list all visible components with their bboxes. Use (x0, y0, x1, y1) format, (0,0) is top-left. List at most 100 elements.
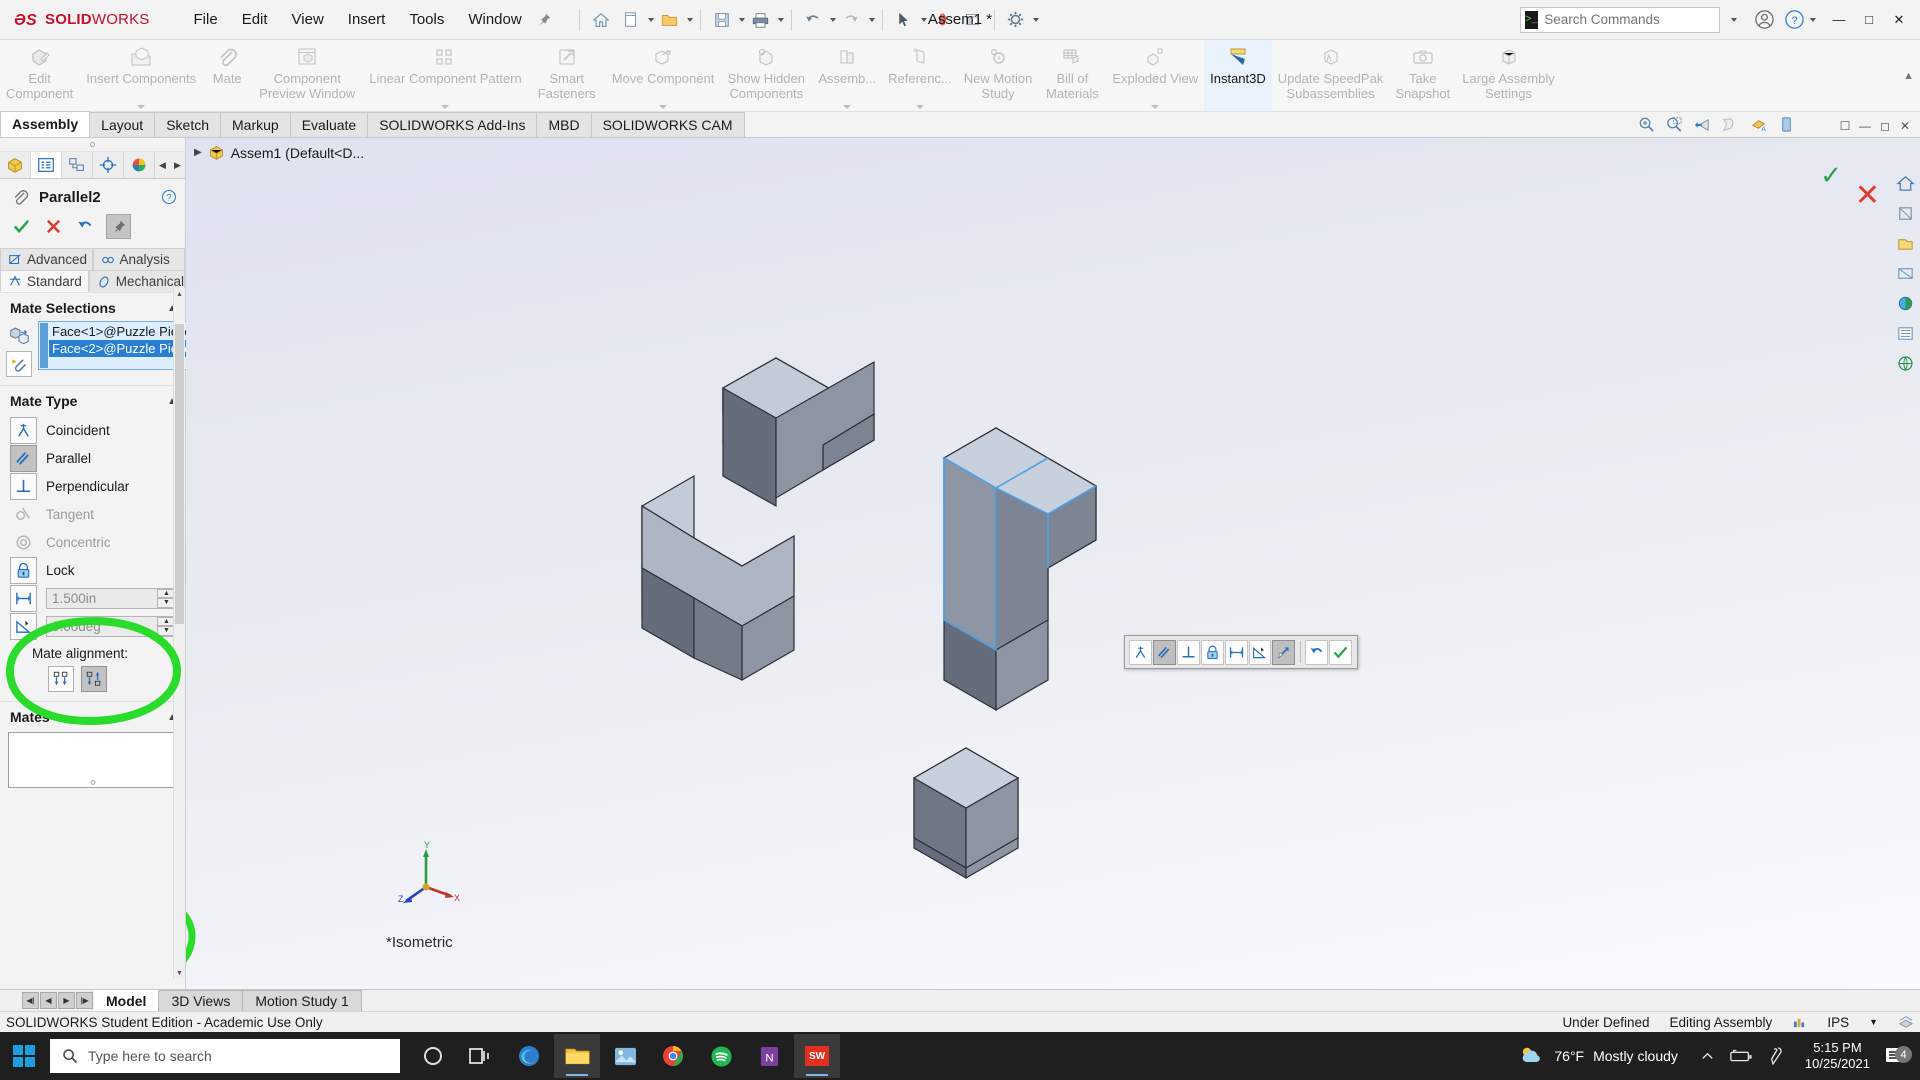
tab-solidworks-cam[interactable]: SOLIDWORKS CAM (591, 112, 745, 137)
multiple-mate-mode-button[interactable] (6, 351, 32, 377)
ribbon-show-hidden-components[interactable]: Show Hidden Components (720, 40, 812, 111)
tab-assembly[interactable]: Assembly (0, 111, 90, 137)
spotify-icon[interactable] (698, 1034, 744, 1078)
tab-layout[interactable]: Layout (89, 112, 155, 137)
undo-icon[interactable] (799, 6, 827, 34)
puzzle-piece-part-2[interactable] (642, 476, 794, 680)
resize-grip[interactable] (90, 780, 95, 785)
tab-3d-views[interactable]: 3D Views (159, 990, 243, 1011)
tab-standard-mates[interactable]: Standard (0, 270, 89, 292)
chevron-down-icon[interactable] (1151, 105, 1159, 109)
view-appearance-icon[interactable] (1892, 290, 1918, 316)
feature-manager-tree-tab[interactable] (0, 152, 31, 178)
tab-evaluate[interactable]: Evaluate (290, 112, 368, 137)
puzzle-piece-part-1[interactable] (723, 358, 874, 506)
new-document-icon[interactable] (617, 6, 645, 34)
pen-icon[interactable] (1767, 1047, 1783, 1065)
puzzle-piece-part-4[interactable] (914, 748, 1018, 878)
scroll-thumb[interactable] (175, 324, 184, 624)
next-tab-button[interactable]: ▶ (58, 992, 75, 1009)
ribbon-reference-geometry[interactable]: Referenc... (882, 40, 958, 111)
rebuild-icon[interactable] (929, 6, 957, 34)
ribbon-take-snapshot[interactable]: Take Snapshot (1389, 40, 1456, 111)
property-manager-tab[interactable] (31, 152, 62, 178)
ribbon-update-speedpak[interactable]: Update SpeedPak Subassemblies (1272, 40, 1390, 111)
sensor-icon[interactable] (1792, 1015, 1807, 1030)
property-panel-scrollbar[interactable]: ▲ ▼ (173, 288, 185, 979)
distance-value-field[interactable]: 1.500in ▲ ▼ (46, 588, 177, 609)
mate-type-perpendicular[interactable]: Perpendicular (0, 472, 185, 500)
tab-markup[interactable]: Markup (220, 112, 291, 137)
chevron-down-icon[interactable] (441, 105, 449, 109)
view-planes-icon[interactable] (1892, 260, 1918, 286)
chevron-down-icon[interactable]: ▼ (1869, 1017, 1878, 1027)
search-commands-box[interactable]: >_ (1520, 7, 1720, 33)
undo-button[interactable] (74, 216, 96, 238)
pin-icon[interactable] (534, 5, 556, 33)
tab-motion-study-1[interactable]: Motion Study 1 (243, 990, 361, 1011)
notification-center-icon[interactable]: 4 (1880, 1045, 1914, 1067)
minimize-doc-icon[interactable]: — (1856, 117, 1874, 135)
mates-list-box[interactable] (8, 732, 177, 788)
redo-icon[interactable] (838, 6, 866, 34)
previous-view-icon[interactable] (1693, 115, 1712, 134)
coincident-mate-button[interactable] (1129, 640, 1152, 665)
graphics-viewport[interactable]: ▶ Assem1 (Default<D... ✓ ✕ (186, 138, 1920, 989)
overlay-icon[interactable] (1898, 1015, 1914, 1029)
print-icon[interactable] (747, 6, 775, 34)
battery-icon[interactable] (1729, 1049, 1753, 1063)
ribbon-bill-of-materials[interactable]: Bill of Materials (1038, 40, 1106, 111)
manager-tabs-next-arrow[interactable]: ▶ (170, 152, 185, 178)
parallel-mate-button[interactable] (1153, 640, 1176, 665)
menu-insert[interactable]: Insert (336, 5, 398, 34)
save-caret[interactable] (739, 18, 745, 22)
undo-caret[interactable] (830, 18, 836, 22)
ok-button[interactable] (1329, 640, 1352, 665)
angle-value-field[interactable]: 0.00deg ▲ ▼ (46, 616, 177, 637)
confirm-accept-corner[interactable]: ✓ (1820, 160, 1842, 191)
tab-sketch[interactable]: Sketch (154, 112, 221, 137)
select-arrow-icon[interactable] (890, 6, 918, 34)
view-temporary-axes-icon[interactable] (1892, 200, 1918, 226)
collapse-ribbon-icon[interactable]: ▲ (1903, 70, 1914, 82)
new-document-caret[interactable] (648, 18, 654, 22)
expand-tree-icon[interactable]: ▶ (194, 147, 202, 158)
accept-button[interactable] (10, 216, 32, 238)
mate-type-lock[interactable]: Lock (0, 556, 185, 584)
help-caret[interactable] (1810, 18, 1816, 22)
open-folder-icon[interactable] (656, 6, 684, 34)
ribbon-exploded-view[interactable]: Exploded View (1106, 40, 1204, 111)
scroll-down-arrow[interactable]: ▼ (174, 967, 185, 979)
taskbar-clock[interactable]: 5:15 PM 10/25/2021 (1795, 1040, 1880, 1073)
user-account-icon[interactable] (1749, 5, 1779, 35)
mate-type-coincident[interactable]: Coincident (0, 416, 185, 444)
ribbon-component-preview-window[interactable]: Component Preview Window (251, 40, 363, 111)
view-orientation-icon[interactable]: A (1749, 115, 1768, 134)
minimize-icon[interactable]: — (1824, 3, 1854, 37)
display-manager-tab[interactable] (124, 152, 155, 178)
tab-solidworks-addins[interactable]: SOLIDWORKS Add-Ins (367, 112, 537, 137)
view-home-icon[interactable] (1892, 170, 1918, 196)
restore-doc-icon[interactable]: ☐ (1836, 117, 1854, 135)
previous-tab-button[interactable]: ◀ (40, 992, 57, 1009)
mates-header[interactable]: Mates ▲ (0, 701, 185, 730)
first-tab-button[interactable]: ◀| (22, 992, 39, 1009)
puzzle-piece-part-3-selected[interactable] (944, 428, 1096, 710)
close-doc-icon[interactable]: ✕ (1896, 117, 1914, 135)
print-caret[interactable] (778, 18, 784, 22)
windows-start-icon[interactable] (0, 1032, 48, 1080)
manager-tabs-prev-arrow[interactable]: ◀ (155, 152, 170, 178)
section-view-icon[interactable] (1721, 115, 1740, 134)
anti-aligned-button[interactable] (81, 666, 107, 692)
scroll-up-arrow[interactable]: ▲ (174, 288, 185, 300)
options-caret[interactable] (1033, 18, 1039, 22)
zoom-to-area-icon[interactable] (1665, 115, 1684, 134)
tab-mbd[interactable]: MBD (536, 112, 591, 137)
tab-model[interactable]: Model (94, 990, 159, 1011)
search-caret[interactable] (1731, 18, 1737, 22)
display-style-icon[interactable] (1777, 115, 1796, 134)
mate-type-parallel[interactable]: Parallel (0, 444, 185, 472)
mate-type-header[interactable]: Mate Type ▲ (0, 385, 185, 414)
lock-mate-button[interactable] (1201, 640, 1224, 665)
microsoft-edge-icon[interactable] (506, 1034, 552, 1078)
